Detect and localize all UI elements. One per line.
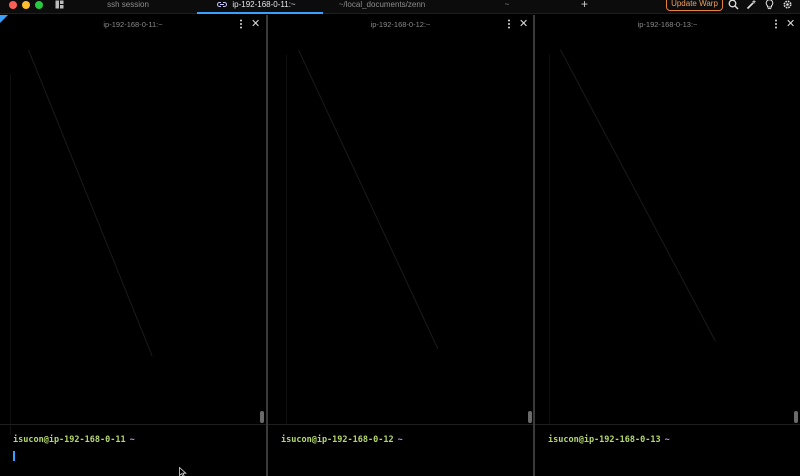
zoom-window-button[interactable] xyxy=(35,1,43,9)
new-tab-button[interactable]: + xyxy=(581,0,588,11)
link-icon xyxy=(217,2,227,7)
active-tab-indicator xyxy=(197,12,323,14)
tab-label: ~/local_documents/zenn xyxy=(338,0,426,9)
scrollbar[interactable] xyxy=(794,411,798,423)
scrollbar[interactable] xyxy=(260,411,264,423)
prompt-user-host: isucon@ip-192-168-0-11 xyxy=(13,435,126,445)
search-icon[interactable] xyxy=(728,0,739,10)
block-divider xyxy=(0,424,266,425)
artifact-line xyxy=(549,55,550,425)
terminal-pane-2[interactable]: ip-192-168-0-12:~ ✕ isucon@ip-192-168-0-… xyxy=(268,15,533,476)
scrollbar[interactable] xyxy=(528,411,532,423)
wand-icon[interactable] xyxy=(746,0,757,10)
terminal-pane-1[interactable]: ip-192-168-0-11:~ ✕ isucon@ip-192-168-0-… xyxy=(0,15,266,476)
prompt-user-host: isucon@ip-192-168-0-13 xyxy=(548,435,661,445)
lightbulb-icon[interactable] xyxy=(764,0,775,10)
terminal-pane-3[interactable]: ip-192-168-0-13:~ ✕ isucon@ip-192-168-0-… xyxy=(535,15,800,476)
kebab-menu-icon[interactable] xyxy=(239,19,243,29)
pane-title: ip-192-168-0-13:~ xyxy=(637,20,698,29)
tab-local-documents-zenn[interactable]: ~/local_documents/zenn xyxy=(336,0,428,14)
close-pane-button[interactable]: ✕ xyxy=(786,18,795,30)
close-window-button[interactable] xyxy=(9,1,17,9)
tab-home[interactable]: ~ xyxy=(500,0,514,14)
prompt: isucon@ip-192-168-0-13 ~ xyxy=(548,435,670,445)
mouse-pointer-icon xyxy=(179,467,187,476)
tab-label: ~ xyxy=(504,0,510,9)
pane-title: ip-192-168-0-12:~ xyxy=(370,20,431,29)
prompt-user-host: isucon@ip-192-168-0-12 xyxy=(281,435,394,445)
prompt-directory: ~ xyxy=(129,435,135,445)
panes-icon[interactable] xyxy=(55,0,64,9)
block-divider xyxy=(268,424,533,425)
artifact-line xyxy=(10,75,11,435)
prompt-directory: ~ xyxy=(397,435,403,445)
block-divider xyxy=(535,424,800,425)
tab-ssh-session[interactable]: ssh session xyxy=(100,0,156,14)
tab-label: ip-192-168-0-11:~ xyxy=(232,0,296,9)
prompt: isucon@ip-192-168-0-11 ~ xyxy=(13,435,135,445)
close-pane-button[interactable]: ✕ xyxy=(519,18,528,30)
artifact-line xyxy=(560,49,716,342)
pane-title: ip-192-168-0-11:~ xyxy=(103,20,163,29)
tab-label: ssh session xyxy=(107,0,149,9)
update-warp-button[interactable]: Update Warp xyxy=(666,0,723,11)
gear-icon[interactable] xyxy=(782,0,793,10)
close-pane-button[interactable]: ✕ xyxy=(251,18,260,30)
kebab-menu-icon[interactable] xyxy=(774,19,778,29)
artifact-line xyxy=(286,55,287,425)
tab-bar: ssh session ip-192-168-0-11:~ ~/local_do… xyxy=(0,0,800,14)
artifact-line xyxy=(298,49,439,350)
prompt: isucon@ip-192-168-0-12 ~ xyxy=(281,435,403,445)
text-cursor[interactable] xyxy=(13,451,15,461)
artifact-line xyxy=(28,49,153,356)
minimize-window-button[interactable] xyxy=(22,1,30,9)
kebab-menu-icon[interactable] xyxy=(507,19,511,29)
prompt-directory: ~ xyxy=(664,435,670,445)
